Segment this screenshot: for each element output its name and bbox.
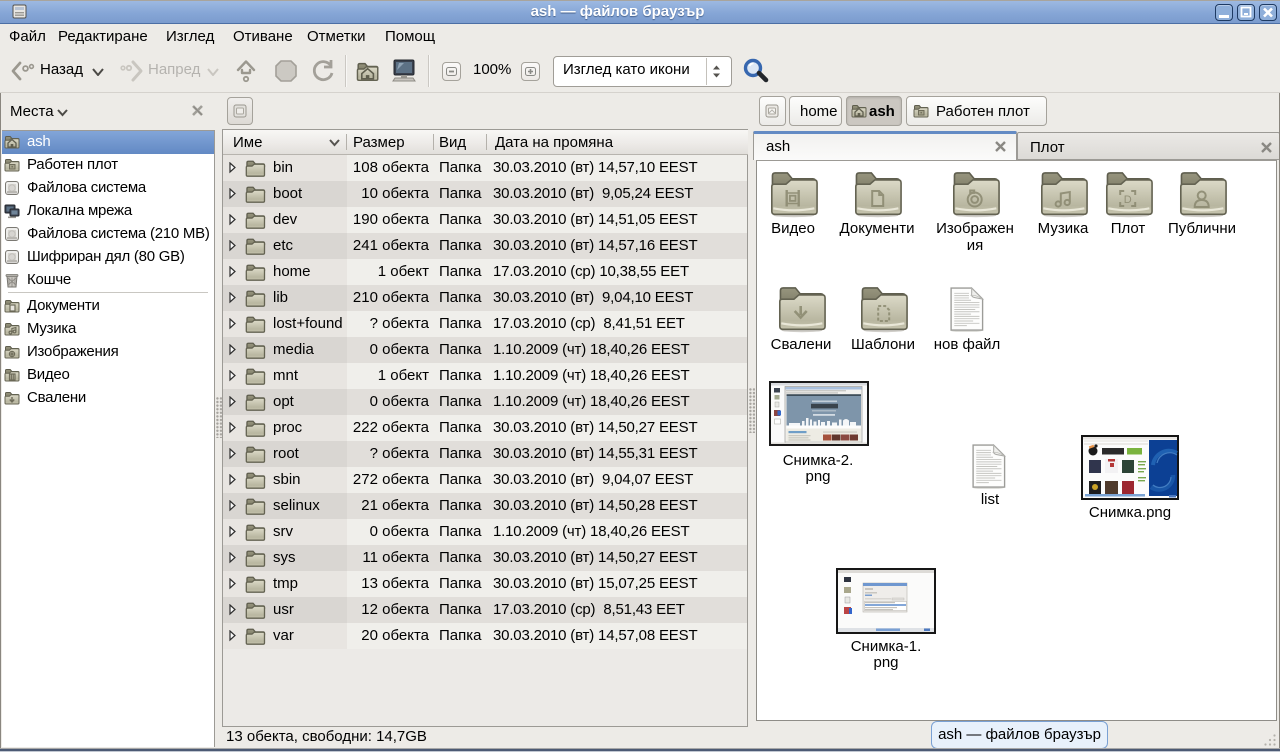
svg-text:D: D bbox=[1124, 194, 1132, 206]
